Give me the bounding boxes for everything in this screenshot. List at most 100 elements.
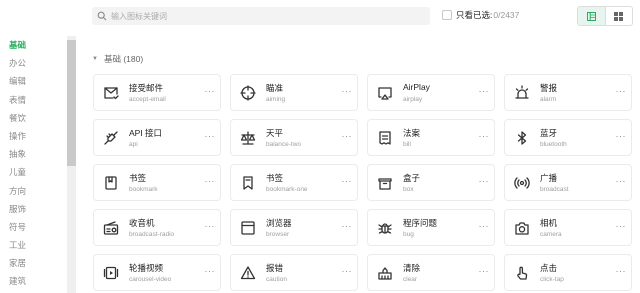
carousel-video-icon xyxy=(103,265,119,281)
icon-chinese-name: API 接口 xyxy=(129,128,163,138)
more-options-icon[interactable]: ··· xyxy=(616,221,627,231)
more-options-icon[interactable]: ··· xyxy=(479,131,490,141)
caution-icon xyxy=(240,265,256,281)
icon-english-name: broadcast xyxy=(540,186,569,193)
sidebar-scroll-thumb[interactable] xyxy=(67,40,76,166)
more-options-icon[interactable]: ··· xyxy=(205,176,216,186)
icon-chinese-name: 程序问题 xyxy=(403,218,438,228)
icon-card-browser[interactable]: 浏览器 browser ··· xyxy=(230,209,358,246)
more-options-icon[interactable]: ··· xyxy=(205,131,216,141)
icon-chinese-name: 警报 xyxy=(540,83,558,93)
icon-card-aiming[interactable]: 瞄准 aiming ··· xyxy=(230,74,358,111)
radio-icon xyxy=(103,220,119,236)
more-options-icon[interactable]: ··· xyxy=(616,86,627,96)
more-options-icon[interactable]: ··· xyxy=(479,86,490,96)
more-options-icon[interactable]: ··· xyxy=(616,131,627,141)
icon-english-name: airplay xyxy=(403,96,423,103)
icon-card-bill[interactable]: 法案 bill ··· xyxy=(367,119,495,156)
more-options-icon[interactable]: ··· xyxy=(342,221,353,231)
more-options-icon[interactable]: ··· xyxy=(479,221,490,231)
icon-english-name: broadcast-radio xyxy=(129,231,175,238)
icon-chinese-name: 法案 xyxy=(403,128,421,138)
bill-icon xyxy=(377,130,393,146)
icon-card-bookmark-one[interactable]: 书签 bookmark-one ··· xyxy=(230,164,358,201)
section-header[interactable]: ▼ 基础 (180) xyxy=(92,53,143,65)
icon-card-alarm[interactable]: 警报 alarm ··· xyxy=(504,74,632,111)
alarm-icon xyxy=(514,85,530,101)
icon-english-name: bug xyxy=(403,231,414,238)
icon-english-name: browser xyxy=(266,231,290,238)
icon-chinese-name: AirPlay xyxy=(403,82,430,92)
more-options-icon[interactable]: ··· xyxy=(479,176,490,186)
icon-card-balance-two[interactable]: 天平 balance-two ··· xyxy=(230,119,358,156)
icon-chinese-name: 点击 xyxy=(540,263,558,273)
section-title: 基础 (180) xyxy=(103,54,144,64)
icon-card-box[interactable]: 盒子 box ··· xyxy=(367,164,495,201)
more-options-icon[interactable]: ··· xyxy=(479,266,490,276)
icon-card-accept-email[interactable]: 接受邮件 accept-email ··· xyxy=(93,74,221,111)
icon-chinese-name: 书签 xyxy=(129,173,147,183)
icon-chinese-name: 浏览器 xyxy=(266,218,292,228)
icon-english-name: api xyxy=(129,141,138,148)
icon-card-airplay[interactable]: AirPlay airplay ··· xyxy=(367,74,495,111)
icon-english-name: bookmark-one xyxy=(266,186,308,193)
icon-english-name: camera xyxy=(540,231,562,238)
icon-card-bug[interactable]: 程序问题 bug ··· xyxy=(367,209,495,246)
only-selected-checkbox[interactable] xyxy=(442,10,452,20)
more-options-icon[interactable]: ··· xyxy=(205,86,216,96)
balance-icon xyxy=(240,130,256,146)
icon-card-clear[interactable]: 清除 clear ··· xyxy=(367,254,495,291)
accept-email-icon xyxy=(103,85,119,101)
category-sidebar: 基础 办公 编辑 表情 餐饮 操作 抽象 儿童 方向 服饰 符号 工业 家居 建筑 xyxy=(0,36,78,293)
icon-card-click-tap[interactable]: 点击 click-tap ··· xyxy=(504,254,632,291)
icon-chinese-name: 广播 xyxy=(540,173,558,183)
search-input[interactable] xyxy=(111,11,411,21)
icon-chinese-name: 盒子 xyxy=(403,173,421,183)
card-view-button[interactable] xyxy=(578,7,606,25)
search-icon xyxy=(97,11,107,21)
bookmark-one-icon xyxy=(240,175,256,191)
only-selected-filter[interactable]: 只看已选: 0/2437 xyxy=(442,9,519,21)
icon-card-broadcast[interactable]: 广播 broadcast ··· xyxy=(504,164,632,201)
icon-card-camera[interactable]: 相机 camera ··· xyxy=(504,209,632,246)
aiming-icon xyxy=(240,85,256,101)
icon-chinese-name: 报错 xyxy=(266,263,284,273)
more-options-icon[interactable]: ··· xyxy=(616,266,627,276)
icon-card-bookmark[interactable]: 书签 bookmark ··· xyxy=(93,164,221,201)
icon-panel: ▼ 基础 (180) 接受邮件 accept-email ··· 瞄准 aiming ··… xyxy=(80,36,640,293)
sidebar-scrollbar[interactable] xyxy=(67,36,76,293)
icon-english-name: aiming xyxy=(266,96,286,103)
clear-icon xyxy=(377,265,393,281)
icon-english-name: caution xyxy=(266,276,287,283)
box-icon xyxy=(377,175,393,191)
icon-chinese-name: 瞄准 xyxy=(266,83,284,93)
icon-chinese-name: 轮播视频 xyxy=(129,263,164,273)
bluetooth-icon xyxy=(514,130,530,146)
icon-english-name: bookmark xyxy=(129,186,158,193)
icon-chinese-name: 书签 xyxy=(266,173,284,183)
icon-chinese-name: 接受邮件 xyxy=(129,83,164,93)
list-view-button[interactable] xyxy=(606,7,633,25)
top-bar: 只看已选: 0/2437 xyxy=(0,0,640,36)
more-options-icon[interactable]: ··· xyxy=(342,86,353,96)
icon-chinese-name: 清除 xyxy=(403,263,421,273)
bookmark-icon xyxy=(103,175,119,191)
view-toggle xyxy=(577,6,633,26)
search-box[interactable] xyxy=(92,7,430,25)
more-options-icon[interactable]: ··· xyxy=(616,176,627,186)
more-options-icon[interactable]: ··· xyxy=(205,266,216,276)
icon-card-api[interactable]: API 接口 api ··· xyxy=(93,119,221,156)
icon-card-broadcast-radio[interactable]: 收音机 broadcast-radio ··· xyxy=(93,209,221,246)
airplay-icon xyxy=(377,85,393,101)
more-options-icon[interactable]: ··· xyxy=(342,131,353,141)
icon-english-name: balance-two xyxy=(266,141,302,148)
broadcast-icon xyxy=(514,175,530,191)
icon-card-bluetooth[interactable]: 蓝牙 bluetooth ··· xyxy=(504,119,632,156)
icon-card-caution[interactable]: 报错 caution ··· xyxy=(230,254,358,291)
more-options-icon[interactable]: ··· xyxy=(342,176,353,186)
api-icon xyxy=(103,130,119,146)
icon-card-carousel-video[interactable]: 轮播视频 carousel-video ··· xyxy=(93,254,221,291)
more-options-icon[interactable]: ··· xyxy=(205,221,216,231)
bug-icon xyxy=(377,220,393,236)
more-options-icon[interactable]: ··· xyxy=(342,266,353,276)
